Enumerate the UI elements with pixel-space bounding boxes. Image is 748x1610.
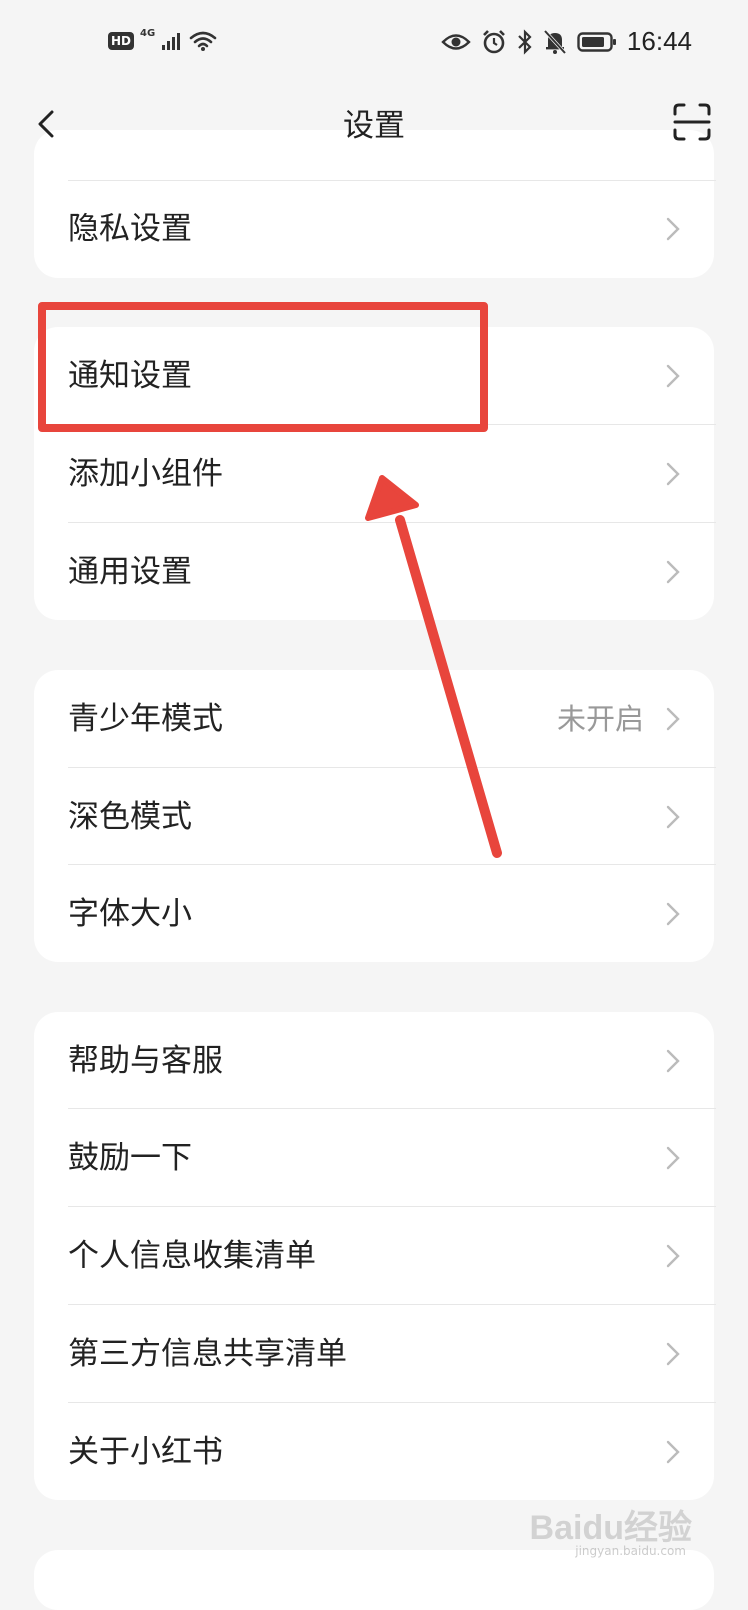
chevron-right-icon	[666, 1244, 680, 1268]
row-label: 字体大小	[68, 896, 192, 932]
hd-badge: HD	[108, 32, 135, 50]
status-right: 16:44	[441, 26, 692, 57]
settings-row-personal-info-list[interactable]: 个人信息收集清单	[34, 1207, 714, 1305]
row-label: 第三方信息共享清单	[68, 1336, 347, 1372]
watermark-logo: Baidu经验	[529, 1509, 692, 1547]
eye-icon	[441, 33, 471, 50]
settings-row-font-size[interactable]: 字体大小	[34, 865, 714, 963]
settings-row-privacy[interactable]: 隐私设置	[34, 180, 714, 278]
row-label: 帮助与客服	[68, 1043, 223, 1079]
chevron-right-icon	[666, 217, 680, 241]
row-label: 添加小组件	[68, 456, 223, 492]
network-type: 4G	[140, 27, 156, 39]
status-bar: HD 4G 16:44	[0, 0, 748, 86]
row-value: 未开启	[556, 702, 644, 736]
row-label: 个人信息收集清单	[68, 1238, 316, 1274]
chevron-right-icon	[666, 1440, 680, 1464]
settings-row-teen-mode[interactable]: 青少年模式 未开启	[34, 670, 714, 768]
row-label: 深色模式	[68, 799, 192, 835]
signal-icon	[162, 33, 181, 50]
wifi-icon	[189, 31, 217, 51]
chevron-right-icon	[666, 560, 680, 584]
chevron-right-icon	[666, 364, 680, 388]
row-label: 鼓励一下	[68, 1140, 192, 1176]
chevron-right-icon	[666, 1049, 680, 1073]
scan-icon[interactable]	[672, 102, 712, 142]
settings-card-next	[34, 1550, 714, 1610]
chevron-right-icon	[666, 1342, 680, 1366]
settings-row-third-party-list[interactable]: 第三方信息共享清单	[34, 1305, 714, 1403]
bell-muted-icon	[543, 29, 567, 54]
row-label: 青少年模式	[68, 701, 223, 737]
row-label: 通用设置	[68, 554, 192, 590]
watermark-url: jingyan.baidu.com	[575, 1544, 686, 1558]
chevron-right-icon	[666, 902, 680, 926]
settings-row-encourage[interactable]: 鼓励一下	[34, 1109, 714, 1207]
settings-row-about[interactable]: 关于小红书	[34, 1403, 714, 1501]
settings-row-add-widget[interactable]: 添加小组件	[34, 425, 714, 523]
chevron-right-icon	[666, 1146, 680, 1170]
highlight-box	[38, 302, 488, 432]
page-title: 设置	[343, 108, 405, 144]
settings-row-general[interactable]: 通用设置	[34, 523, 714, 621]
battery-icon	[577, 31, 616, 52]
top-navigation: 设置	[0, 86, 748, 166]
settings-row-help[interactable]: 帮助与客服	[34, 1012, 714, 1110]
chevron-right-icon	[666, 707, 680, 731]
settings-row-dark-mode[interactable]: 深色模式	[34, 768, 714, 866]
row-label: 隐私设置	[68, 211, 192, 247]
settings-card-display: 青少年模式 未开启 深色模式 字体大小	[34, 670, 716, 963]
bluetooth-icon	[518, 28, 532, 55]
clock-time: 16:44	[626, 26, 692, 56]
alarm-icon	[483, 29, 505, 53]
row-label: 关于小红书	[68, 1434, 223, 1470]
settings-card-about: 帮助与客服 鼓励一下 个人信息收集清单 第三方信息共享清单 关于小红书	[34, 1012, 716, 1501]
status-left: HD 4G	[108, 27, 217, 52]
chevron-right-icon	[666, 805, 680, 829]
chevron-right-icon	[666, 462, 680, 486]
